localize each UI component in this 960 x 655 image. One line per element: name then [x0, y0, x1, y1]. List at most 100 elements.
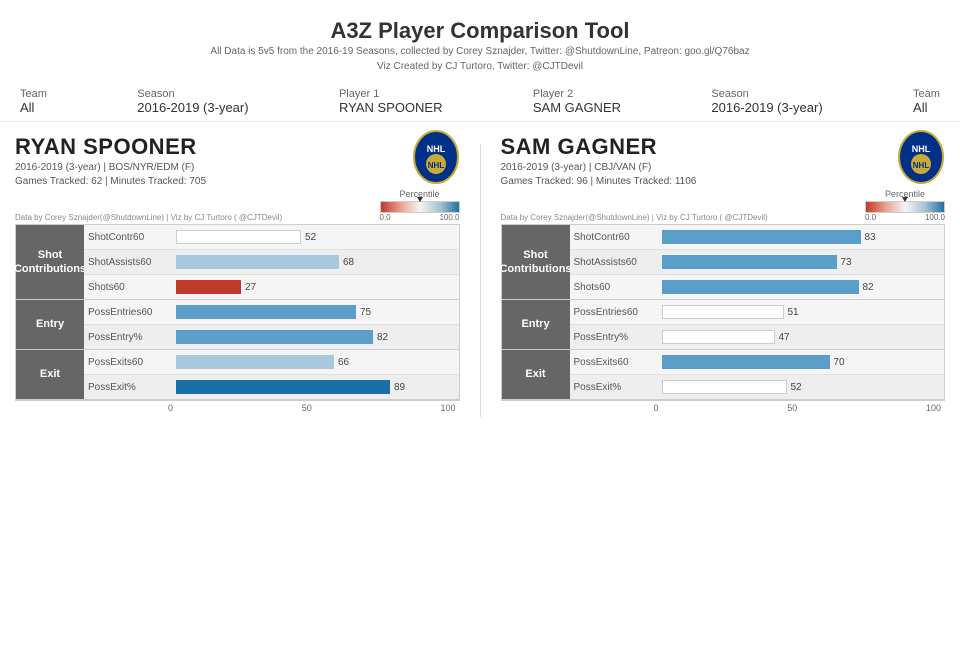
category-0: Shot ContributionsShotContr6083ShotAssis…: [502, 225, 945, 300]
bar-track-1-0: 51: [662, 303, 941, 321]
category-label-0: Shot Contributions: [502, 225, 570, 299]
page-wrapper: A3Z Player Comparison Tool All Data is 5…: [0, 0, 960, 417]
player1-credit: Data by Corey Sznajder(@ShutdownLine) | …: [15, 213, 282, 222]
player1-header: RYAN SPOONER 2016-2019 (3-year) | BOS/NY…: [15, 134, 460, 187]
metric-name-0-2: Shots60: [88, 282, 176, 293]
metric-name-0-0: ShotContr60: [88, 232, 176, 243]
player1-chart: Shot Contributions ShotContr60 52 ShotAssis…: [15, 224, 460, 401]
svg-text:NHL: NHL: [912, 144, 931, 154]
bar-track-0-1: 73: [662, 253, 941, 271]
control-value-season1: 2016-2019 (3-year): [137, 100, 248, 115]
player2-stats: Games Tracked: 96 | Minutes Tracked: 110…: [501, 176, 697, 187]
metric-row-1-0: PossEntries6075: [84, 300, 459, 325]
bar-fill-0-1: [662, 255, 837, 269]
bar-fill-1-0: [176, 305, 356, 319]
metric-row-0-2: Shots6082: [570, 275, 945, 299]
player2-name: SAM GAGNER: [501, 134, 697, 160]
control-label-player1: Player 1: [339, 88, 443, 100]
bar-track-2-1: 52: [662, 378, 941, 396]
subtitle-line2: Viz Created by CJ Turtoro, Twitter: @CJT…: [0, 59, 960, 74]
category-1: EntryPossEntries6051PossEntry%47: [502, 300, 945, 350]
bar-fill-0-0: [662, 230, 861, 244]
metric-name-1-0: PossEntries60: [88, 307, 176, 318]
bar-value-1-1: 82: [377, 332, 388, 343]
players-container: RYAN SPOONER 2016-2019 (3-year) | BOS/NY…: [0, 122, 960, 417]
player2-chart: Shot ContributionsShotContr6083ShotAssis…: [501, 224, 946, 401]
bar-fill-2-0: [176, 355, 334, 369]
bar-track-2-0: 66: [176, 353, 455, 371]
bar-value-2-0: 70: [834, 357, 845, 368]
control-value-team1: All: [20, 100, 47, 115]
player1-legend-area: Data by Corey Sznajder(@ShutdownLine) | …: [15, 189, 460, 222]
category-2: ExitPossExits6070PossExit%52: [502, 350, 945, 400]
bar-value-0-1: 68: [343, 257, 354, 268]
svg-text:NHL: NHL: [426, 144, 445, 154]
bar-fill-1-0: [662, 305, 784, 319]
metric-row-0-2: Shots60 27: [84, 275, 459, 299]
svg-text:NHL: NHL: [427, 161, 444, 170]
bar-value-0-2: 27: [245, 282, 256, 293]
metric-row-0-0: ShotContr6083: [570, 225, 945, 250]
control-player2[interactable]: Player 2 SAM GAGNER: [533, 88, 621, 115]
metric-row-0-1: ShotAssists6073: [570, 250, 945, 275]
category-label-1: Entry: [502, 300, 570, 349]
bar-track-1-1: 47: [662, 328, 941, 346]
svg-text:NHL: NHL: [913, 161, 930, 170]
page-title: A3Z Player Comparison Tool: [0, 18, 960, 44]
player1-xaxis: 0 50 100: [168, 401, 460, 417]
bar-fill-2-1: [176, 380, 390, 394]
metric-row-2-0: PossExits60 70: [570, 350, 945, 375]
metric-row-1-0: PossEntries6051: [570, 300, 945, 325]
bar-fill-0-0: [176, 230, 301, 244]
bar-value-0-2: 82: [863, 282, 874, 293]
metric-name-0-0: ShotContr60: [574, 232, 662, 243]
bar-track-0-2: 27: [176, 278, 455, 296]
metric-name-0-1: ShotAssists60: [574, 257, 662, 268]
page-header: A3Z Player Comparison Tool All Data is 5…: [0, 0, 960, 82]
control-season1[interactable]: Season 2016-2019 (3-year): [137, 88, 248, 115]
bar-fill-1-1: [176, 330, 373, 344]
bar-value-1-1: 47: [779, 332, 790, 343]
player2-credit: Data by Corey Sznajder(@ShutdownLine) | …: [501, 213, 768, 222]
metric-row-1-1: PossEntry% 82: [84, 325, 459, 349]
metric-row-0-1: ShotAssists60 68: [84, 250, 459, 275]
bar-fill-2-0: [662, 355, 830, 369]
control-season2[interactable]: Season 2016-2019 (3-year): [711, 88, 822, 115]
control-value-player2: SAM GAGNER: [533, 100, 621, 115]
control-player1[interactable]: Player 1 RYAN SPOONER: [339, 88, 443, 115]
metric-name-1-1: PossEntry%: [574, 332, 662, 343]
bar-fill-0-2: [176, 280, 241, 294]
control-value-season2: 2016-2019 (3-year): [711, 100, 822, 115]
metric-name-0-1: ShotAssists60: [88, 257, 176, 268]
metric-name-1-0: PossEntries60: [574, 307, 662, 318]
control-team2[interactable]: Team All: [913, 88, 940, 115]
bar-track-0-0: 83: [662, 228, 941, 246]
bar-value-2-1: 89: [394, 382, 405, 393]
player1-stats: Games Tracked: 62 | Minutes Tracked: 705: [15, 176, 206, 187]
category-label-0: Shot Contributions: [16, 225, 84, 299]
bar-track-2-0: 70: [662, 353, 941, 371]
bar-track-0-1: 68: [176, 253, 455, 271]
nhl-logo-player2: NHL NHL: [897, 130, 945, 178]
player1-name: RYAN SPOONER: [15, 134, 206, 160]
category-label-1: Entry: [16, 300, 84, 349]
subtitle-line1: All Data is 5v5 from the 2016-19 Seasons…: [0, 44, 960, 59]
control-label-player2: Player 2: [533, 88, 621, 100]
metric-name-2-0: PossExits60: [574, 357, 662, 368]
category-0: Shot Contributions ShotContr60 52 ShotAssis…: [16, 225, 459, 300]
bar-track-2-1: 89: [176, 378, 455, 396]
controls-bar: Team All Season 2016-2019 (3-year) Playe…: [0, 82, 960, 122]
bar-value-0-0: 52: [305, 232, 316, 243]
metric-row-0-0: ShotContr60 52: [84, 225, 459, 250]
control-team1[interactable]: Team All: [20, 88, 47, 115]
player1-panel: RYAN SPOONER 2016-2019 (3-year) | BOS/NY…: [15, 134, 460, 417]
bar-fill-0-2: [662, 280, 859, 294]
metric-name-1-1: PossEntry%: [88, 332, 176, 343]
control-label-season1: Season: [137, 88, 248, 100]
player2-header: SAM GAGNER 2016-2019 (3-year) | CBJ/VAN …: [501, 134, 946, 187]
control-label-team2: Team: [913, 88, 940, 100]
bar-value-2-0: 66: [338, 357, 349, 368]
nhl-logo-player1: NHL NHL: [412, 130, 460, 178]
player1-season-team: 2016-2019 (3-year) | BOS/NYR/EDM (F): [15, 160, 206, 176]
bar-fill-2-1: [662, 380, 787, 394]
